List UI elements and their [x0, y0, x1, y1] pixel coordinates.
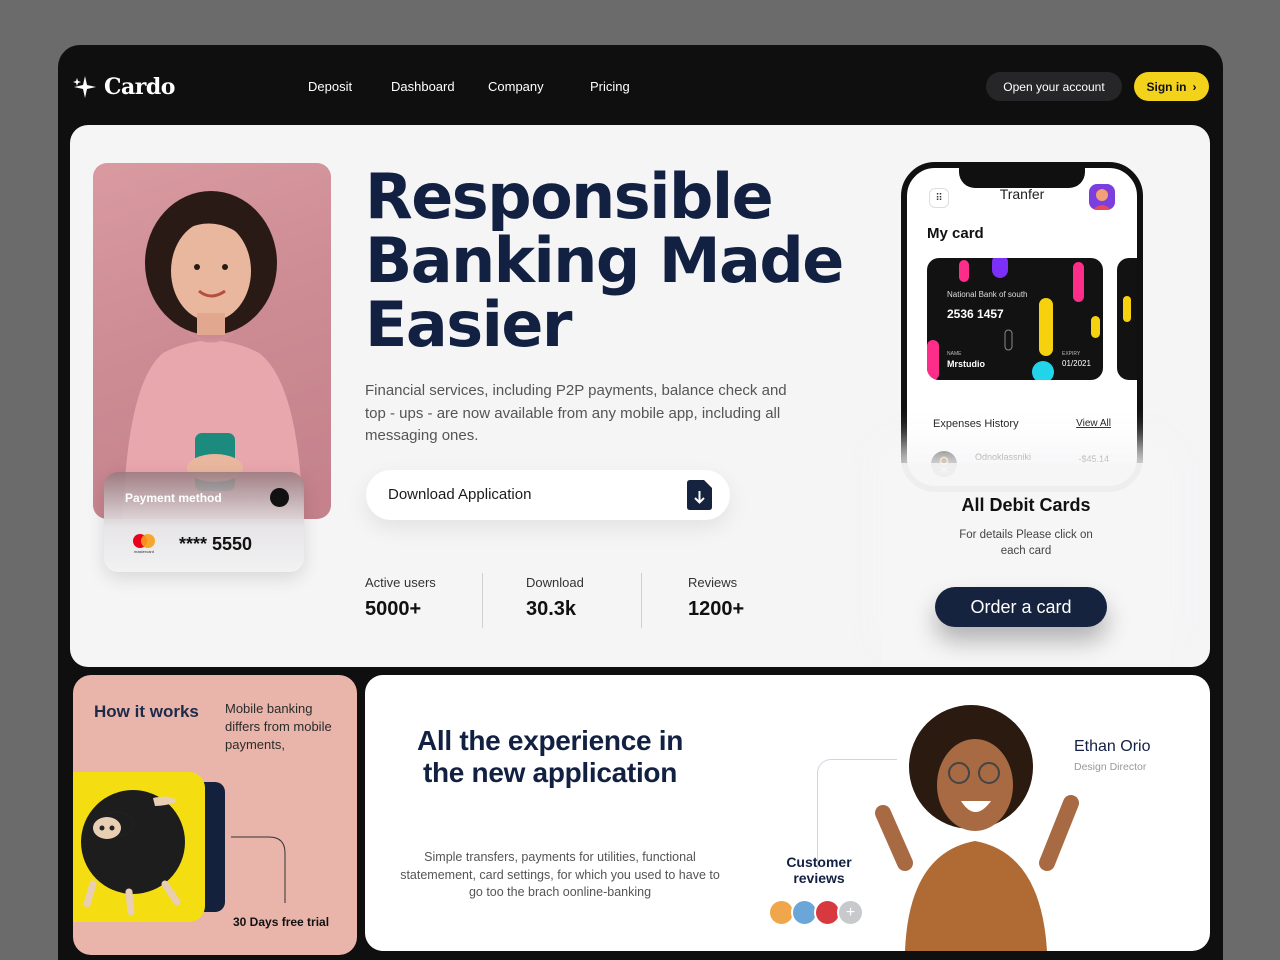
nav-deposit[interactable]: Deposit: [308, 79, 352, 94]
chevron-right-icon: ›: [1192, 79, 1197, 94]
stat-reviews: Reviews 1200+: [688, 575, 744, 621]
nav-company[interactable]: Company: [488, 79, 544, 94]
download-application-button[interactable]: Download Application: [366, 470, 730, 520]
brand-name: Cardo: [104, 74, 175, 100]
how-it-works-title: How it works: [94, 702, 199, 721]
expenses-history-title: Expenses History: [933, 418, 1019, 430]
stat-label: Active users: [365, 575, 436, 590]
bank-card-number: 2536 1457: [947, 307, 1004, 321]
radio-dot-icon[interactable]: [270, 488, 289, 507]
phone-mockup: ⠿ Tranfer My card National Bank of south: [901, 162, 1143, 492]
stat-value: 5000+: [365, 598, 422, 620]
how-it-works-description: Mobile banking differs from mobile payme…: [225, 701, 332, 752]
card-number: **** 5550: [179, 534, 253, 554]
stat-active-users: Active users 5000+: [365, 575, 436, 621]
card-expiry-label: EXPIRY: [1062, 351, 1081, 357]
open-account-button[interactable]: Open your account: [986, 72, 1122, 101]
add-icon[interactable]: +: [837, 899, 864, 926]
experience-card: All the experience in the new applicatio…: [365, 675, 1210, 951]
phone-notch: [959, 168, 1085, 188]
sign-in-label: Sign in: [1146, 79, 1187, 94]
divider: [641, 573, 642, 628]
debit-cards-title: All Debit Cards: [961, 495, 1091, 515]
sparkle-icon: [73, 76, 96, 98]
stat-download: Download 30.3k: [526, 575, 584, 621]
stat-label: Download: [526, 575, 584, 590]
mastercard-icon: mastercard: [133, 534, 155, 554]
headline-line-1: Responsible: [365, 160, 774, 233]
how-it-works-card: How it works Mobile banking differs from…: [73, 675, 357, 955]
reviewer-avatars[interactable]: +: [768, 899, 864, 926]
free-trial-label: 30 Days free trial: [233, 915, 330, 929]
bank-card[interactable]: National Bank of south 2536 1457 NAME Mr…: [927, 258, 1103, 380]
experience-title: All the experience in the new applicatio…: [416, 725, 684, 788]
bank-card-next[interactable]: [1117, 258, 1137, 380]
sign-in-button[interactable]: Sign in ›: [1134, 72, 1209, 101]
hero-headline: Responsible Banking Made Easier: [365, 160, 844, 361]
hero-section: Payment method mastercard **** 5550 Resp…: [70, 125, 1210, 667]
person-role: Design Director: [1074, 761, 1147, 773]
debit-cards-subtitle: For details Please click on each card: [959, 529, 1093, 557]
customer-reviews-label: Customer reviews: [786, 854, 852, 886]
stat-value: 30.3k: [526, 598, 577, 620]
woman-photo: [93, 163, 331, 519]
card-name-label: NAME: [947, 351, 962, 357]
avatar[interactable]: [1089, 184, 1115, 210]
payment-method-card[interactable]: Payment method mastercard **** 5550: [104, 472, 304, 572]
view-all-link[interactable]: View All: [1076, 418, 1111, 429]
divider: [482, 573, 483, 628]
card-holder-name: Mrstudio: [947, 359, 985, 369]
hero-description: Financial services, including P2P paymen…: [365, 382, 787, 444]
bank-name: National Bank of south: [947, 290, 1028, 299]
app-frame: Cardo Deposit Dashboard Company Pricing …: [58, 45, 1223, 960]
brand-logo[interactable]: Cardo: [72, 74, 175, 100]
expense-name: Odnoklassniki: [975, 452, 1032, 462]
headline-line-3: Easier: [365, 288, 572, 361]
nav-pricing[interactable]: Pricing: [590, 79, 630, 94]
person-name: Ethan Orio: [1074, 738, 1151, 755]
stat-label: Reviews: [688, 575, 738, 590]
card-expiry: 01/2021: [1062, 359, 1091, 368]
debit-cards-panel: All Debit Cards For details Please click…: [882, 463, 1170, 667]
piggy-bank-image: [73, 772, 205, 922]
stat-value: 1200+: [688, 598, 745, 620]
svg-text:mastercard: mastercard: [134, 549, 154, 554]
payment-method-title: Payment method: [125, 491, 222, 505]
man-photo: [865, 693, 1095, 951]
headline-line-2: Banking Made: [365, 224, 844, 297]
download-label: Download Application: [388, 486, 532, 503]
file-download-icon: [687, 480, 712, 510]
my-card-heading: My card: [927, 225, 984, 242]
connector-line: [231, 836, 286, 903]
nav-dashboard[interactable]: Dashboard: [391, 79, 455, 94]
experience-description: Simple transfers, payments for utilities…: [400, 850, 720, 899]
order-card-button[interactable]: Order a card: [935, 587, 1107, 627]
